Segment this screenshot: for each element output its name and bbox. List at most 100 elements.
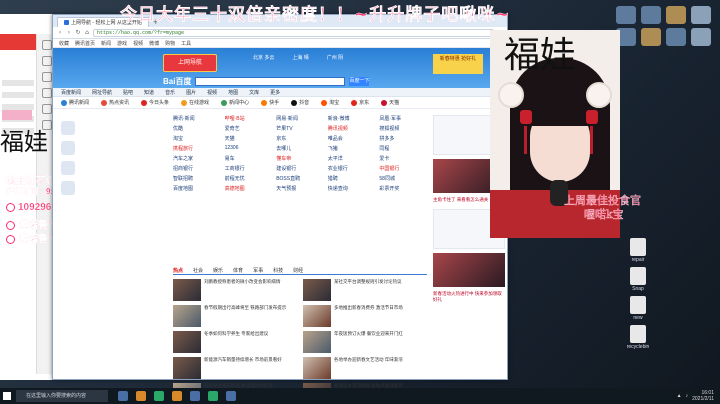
desktop-app-icon[interactable] — [641, 28, 661, 46]
browser-app-icon[interactable] — [136, 391, 146, 401]
site-link[interactable]: 爱卡 — [379, 155, 427, 162]
site-link[interactable]: 优酷 — [173, 125, 221, 132]
bookmark-item[interactable]: 视频 — [133, 40, 143, 47]
start-button[interactable] — [0, 388, 14, 404]
news-item[interactable]: 新能源汽车销量持续增长 市场前景看好 — [173, 357, 297, 379]
site-link[interactable]: 去哪儿 — [276, 145, 324, 152]
site-link[interactable]: 芒果TV — [276, 125, 324, 132]
news-item[interactable]: 多地推出新春消费券 激活节日市场 — [303, 305, 427, 327]
quick-link[interactable]: 抖音 — [291, 99, 309, 106]
tool-icon[interactable] — [61, 121, 75, 135]
news-tab[interactable]: 军事 — [253, 267, 263, 274]
site-link[interactable]: 快递查询 — [328, 185, 376, 192]
news-item[interactable]: 春节假期出行高峰将至 铁路部门发布提示 — [173, 305, 297, 327]
bookmark-item[interactable]: 腾讯首页 — [75, 40, 95, 47]
site-link[interactable]: 58同城 — [379, 175, 427, 182]
weather-city[interactable]: 北京 多云 — [253, 54, 274, 61]
news-item[interactable]: 冬季如何科学养生 专家给出建议 — [173, 331, 297, 353]
site-link[interactable]: BOSS直聘 — [276, 175, 324, 182]
tool-icon[interactable] — [61, 141, 75, 155]
category-link[interactable]: 视频 — [207, 89, 217, 96]
bookmark-item[interactable]: 微博 — [149, 40, 159, 47]
site-link[interactable]: 凤凰·军事 — [379, 115, 427, 122]
tool-icon[interactable] — [61, 161, 75, 175]
news-tab[interactable]: 科技 — [273, 267, 283, 274]
quick-link[interactable]: 腾讯新闻 — [61, 99, 89, 106]
bookmark-item[interactable]: 收藏 — [59, 40, 69, 47]
site-link[interactable]: 飞猪 — [328, 145, 376, 152]
back-icon[interactable]: ‹ — [57, 29, 63, 36]
site-link[interactable]: 拼多多 — [379, 135, 427, 142]
tool-icon[interactable] — [61, 181, 75, 195]
promo-banner[interactable]: 新春特惠 抢好礼 — [433, 54, 483, 74]
home-icon[interactable]: ⌂ — [84, 29, 90, 36]
category-link[interactable]: 网址导航 — [92, 89, 112, 96]
site-link[interactable]: 哔哩·B站 — [225, 115, 273, 122]
category-link[interactable]: 更多 — [270, 89, 280, 96]
site-link[interactable]: 天猫 — [225, 135, 273, 142]
site-link[interactable]: 工商银行 — [225, 165, 273, 172]
site-link[interactable]: 携程旅行 — [173, 145, 221, 152]
quick-link[interactable]: 新闻中心 — [221, 99, 249, 106]
site-link[interactable]: 同程 — [379, 145, 427, 152]
category-link[interactable]: 百度新闻 — [61, 89, 81, 96]
browser-window[interactable]: 上网导航 - 轻松上网 从这里开始 + ‹ › ↻ ⌂ https://hao.… — [52, 14, 508, 404]
desktop-app-icon[interactable] — [666, 28, 686, 46]
desktop-file[interactable]: new — [616, 296, 660, 321]
search-button[interactable]: 百度一下 — [349, 77, 369, 86]
quick-link[interactable]: 快手 — [261, 99, 279, 106]
site-link[interactable]: 腾讯视频 — [328, 125, 376, 132]
app-icon[interactable] — [190, 391, 200, 401]
clock[interactable]: 16:01 2021/2/11 — [692, 390, 714, 402]
right-headline[interactable]: 新春活动火热进行中 快来参加领取好礼 — [433, 291, 505, 303]
site-link[interactable]: 搜狐视频 — [379, 125, 427, 132]
site-link[interactable]: 彩票开奖 — [379, 185, 427, 192]
site-link[interactable]: 高德地图 — [225, 185, 273, 192]
news-tab[interactable]: 社会 — [193, 267, 203, 274]
forward-icon[interactable]: › — [66, 29, 72, 36]
quick-link[interactable]: 在线游戏 — [181, 99, 209, 106]
category-link[interactable]: 文库 — [249, 89, 259, 96]
explorer-app-icon[interactable] — [154, 391, 164, 401]
news-item[interactable]: 各地举办迎新春文艺活动 年味渐浓 — [303, 357, 427, 379]
site-link[interactable]: 前程无忧 — [225, 175, 273, 182]
search-input[interactable] — [195, 77, 346, 86]
bookmark-item[interactable]: 工具 — [181, 40, 191, 47]
category-link[interactable]: 音乐 — [165, 89, 175, 96]
url-input[interactable]: https://hao.qq.com/?fr=mypage — [93, 28, 494, 37]
desktop-file[interactable]: recyclebin — [616, 325, 660, 350]
taskview-icon[interactable] — [118, 391, 128, 401]
news-tab[interactable]: 娱乐 — [213, 267, 223, 274]
desktop-file[interactable]: Snap — [616, 267, 660, 292]
news-item[interactable]: 某社交平台调整规则引发讨论热议 — [303, 279, 427, 301]
weather-city[interactable]: 广州 阴 — [327, 54, 343, 61]
category-link[interactable]: 贴吧 — [123, 89, 133, 96]
site-link[interactable]: 京东 — [276, 135, 324, 142]
sidebar-icon[interactable] — [41, 88, 52, 98]
site-link[interactable]: 腾讯·新闻 — [173, 115, 221, 122]
bookmark-item[interactable]: 新闻 — [101, 40, 111, 47]
quick-link[interactable]: 淘宝 — [321, 99, 339, 106]
site-link[interactable]: 猎聘 — [328, 175, 376, 182]
app-icon[interactable] — [226, 391, 236, 401]
bookmark-item[interactable]: 游戏 — [117, 40, 127, 47]
quick-link[interactable]: 京东 — [351, 99, 369, 106]
weather-city[interactable]: 上海 晴 — [292, 54, 308, 61]
site-link[interactable]: 新浪·微博 — [328, 115, 376, 122]
quick-link[interactable]: 今日头条 — [141, 99, 169, 106]
store-app-icon[interactable] — [172, 391, 182, 401]
desktop-app-icon[interactable] — [641, 6, 661, 24]
site-link[interactable]: 农业银行 — [328, 165, 376, 172]
refresh-icon[interactable]: ↻ — [75, 29, 81, 36]
site-link[interactable]: 淘宝 — [173, 135, 221, 142]
news-item[interactable]: 年夜饭预订火爆 餐饮业迎来开门红 — [303, 331, 427, 353]
desktop-app-icon[interactable] — [691, 6, 711, 24]
right-video-thumb[interactable] — [433, 253, 505, 287]
volume-icon[interactable]: ♪ — [686, 393, 689, 399]
news-tab[interactable]: 热点 — [173, 267, 183, 274]
quick-link[interactable]: 热点资讯 — [101, 99, 129, 106]
site-link[interactable]: 易车 — [225, 155, 273, 162]
site-link[interactable]: 12306 — [225, 145, 273, 152]
category-link[interactable]: 图片 — [186, 89, 196, 96]
quick-link[interactable]: 天猫 — [381, 99, 399, 106]
